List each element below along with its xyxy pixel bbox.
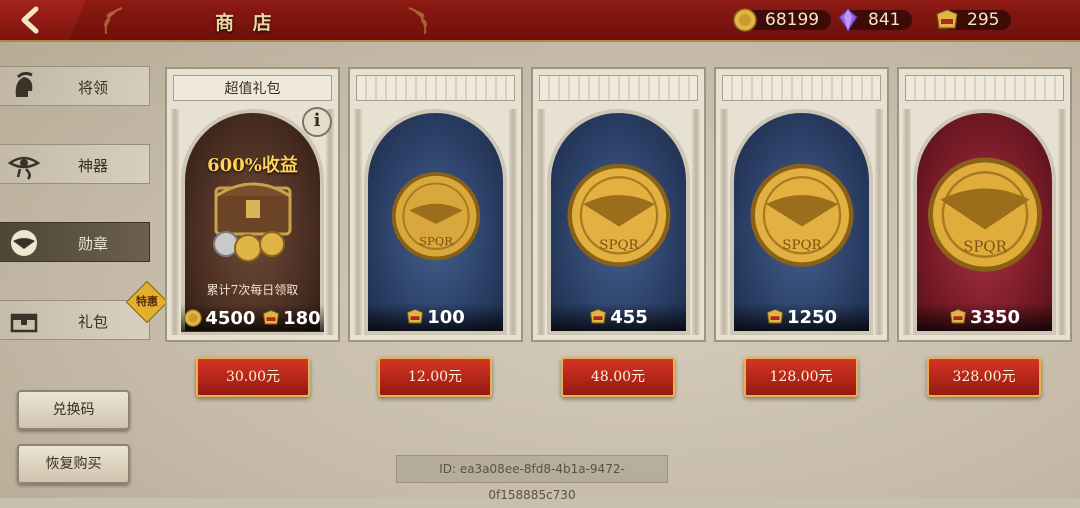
svg-text:SPQR: SPQR	[963, 238, 1007, 256]
svg-text:SPQR: SPQR	[419, 234, 453, 248]
column-left	[171, 109, 179, 335]
gold-coin-icon	[733, 8, 757, 32]
token-currency: 295	[935, 9, 1012, 31]
column-right	[875, 109, 883, 335]
shop-card-tokens-3[interactable]: SPQR 1250	[714, 67, 889, 342]
eye-of-horus-icon	[8, 156, 40, 180]
gem-currency: 841	[836, 8, 913, 32]
spqr-token-icon	[936, 9, 958, 29]
helmet-icon	[15, 71, 33, 97]
spqr-coin-icon: SPQR	[749, 163, 854, 267]
buy-button-1[interactable]: 30.00元	[196, 357, 310, 397]
info-button[interactable]: i	[302, 107, 332, 137]
tab-label: 礼包	[78, 313, 109, 331]
card-frieze	[356, 75, 515, 101]
shop-card-tokens-2[interactable]: SPQR 455	[531, 67, 706, 342]
tab-generals[interactable]: 将领	[0, 66, 150, 106]
card-frieze	[539, 75, 698, 101]
card-arch: SPQR 3350	[913, 109, 1056, 335]
buy-button-2[interactable]: 12.00元	[378, 357, 492, 397]
spqr-token-icon	[407, 309, 424, 324]
page-title: 商 店	[215, 12, 278, 34]
purple-gem-icon	[838, 8, 858, 32]
column-left	[720, 109, 728, 335]
laurel-left-icon	[103, 7, 123, 35]
spqr-token-icon	[766, 309, 783, 324]
top-bar: 商 店 68199 841 295	[0, 0, 1080, 42]
column-left	[903, 109, 911, 335]
promo-label: 600%收益	[207, 155, 298, 176]
card-arch: SPQR 100	[364, 109, 507, 335]
buy-button-5[interactable]: 328.00元	[927, 357, 1041, 397]
player-id-label: ID: ea3a08ee-8fd8-4b1a-9472-0f158885c730	[396, 455, 668, 502]
redeem-code-button[interactable]: 兑换码	[17, 390, 130, 430]
tab-label: 勋章	[78, 235, 109, 253]
spqr-token-icon	[590, 309, 607, 324]
card-frieze	[905, 75, 1064, 101]
reward-bar: 100	[368, 303, 503, 331]
gold-coin-icon	[184, 309, 203, 327]
reward-amount: 455	[610, 306, 648, 328]
treasure-chest-icon	[212, 182, 291, 262]
column-right	[1058, 109, 1066, 335]
cumulative-text: 累计7次每日领取	[206, 283, 299, 297]
card-header: 超值礼包	[173, 75, 332, 101]
column-right	[509, 109, 517, 335]
back-arrow-icon	[21, 6, 39, 34]
eagle-medal-icon	[11, 230, 37, 256]
reward-amount: 1250	[786, 306, 838, 328]
svg-text:SPQR: SPQR	[782, 238, 822, 253]
card-frieze	[722, 75, 881, 101]
tab-label: 将领	[78, 79, 109, 97]
laurel-right-icon	[408, 7, 428, 35]
back-button[interactable]	[0, 0, 86, 40]
svg-text:SPQR: SPQR	[599, 238, 639, 253]
tab-label: 神器	[78, 157, 109, 175]
reward-gold: 4500	[205, 307, 256, 329]
buy-button-4[interactable]: 128.00元	[744, 357, 858, 397]
column-right	[692, 109, 700, 335]
column-left	[537, 109, 545, 335]
tab-medals[interactable]: 勋章	[0, 222, 150, 262]
card-arch: SPQR 1250	[730, 109, 873, 335]
reward-bar: 4500 180	[181, 304, 324, 332]
spqr-coin-icon: SPQR	[927, 157, 1042, 272]
chest-icon	[10, 313, 38, 333]
reward-bar: 3350	[917, 303, 1052, 331]
reward-bar: 455	[551, 303, 686, 331]
reward-token: 180	[283, 307, 321, 329]
shop-card-tokens-4[interactable]: SPQR 3350	[897, 67, 1072, 342]
reward-amount: 100	[427, 306, 465, 328]
spqr-token-icon	[263, 310, 280, 325]
reward-amount: 3350	[969, 306, 1021, 328]
spqr-coin-icon: SPQR	[391, 172, 480, 261]
card-arch: SPQR 455	[547, 109, 690, 335]
reward-bar: 1250	[734, 303, 869, 331]
buy-button-3[interactable]: 48.00元	[561, 357, 675, 397]
column-right	[326, 109, 334, 335]
spqr-coin-icon: SPQR	[566, 163, 671, 267]
tab-packs[interactable]: 礼包	[0, 300, 150, 340]
sale-badge-text: 特惠	[136, 295, 158, 308]
spqr-token-icon	[949, 309, 966, 324]
gold-currency: 68199	[733, 8, 832, 32]
card-arch	[181, 109, 324, 335]
tab-artifacts[interactable]: 神器	[0, 144, 150, 184]
shop-card-tokens-1[interactable]: SPQR 100	[348, 67, 523, 342]
restore-purchase-button[interactable]: 恢复购买	[17, 444, 130, 484]
shop-card-value-pack[interactable]: 超值礼包 i 600%收益 累计7次每日领取 4500 180	[165, 67, 340, 342]
column-left	[354, 109, 362, 335]
